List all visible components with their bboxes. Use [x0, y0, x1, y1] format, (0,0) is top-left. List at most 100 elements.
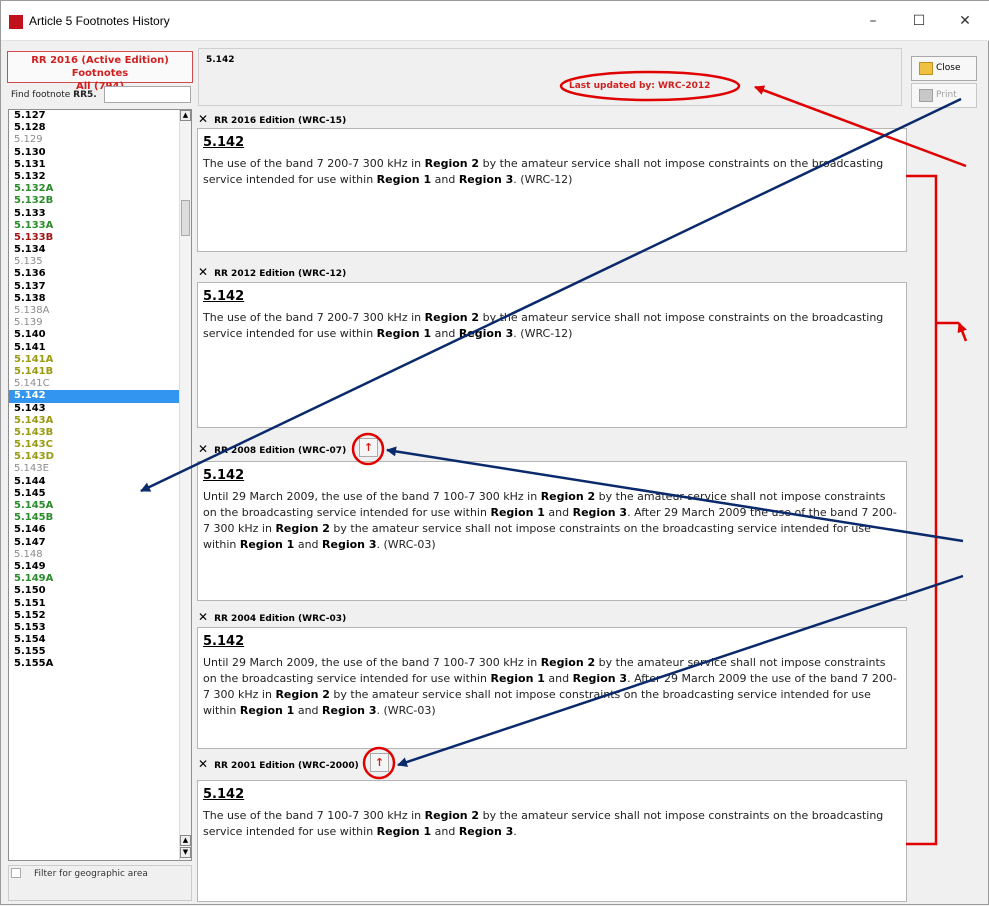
scroll-up-arrow-icon[interactable]: ▲ [180, 110, 191, 121]
list-item[interactable]: 5.133B [9, 232, 191, 244]
list-scrollbar[interactable]: ▲ ▲ ▼ [179, 110, 191, 860]
edition-footnote-number: 5.142 [203, 634, 245, 649]
list-item[interactable]: 5.131 [9, 159, 191, 171]
print-button-label: Print [936, 90, 957, 100]
list-item[interactable]: 5.145 [9, 488, 191, 500]
list-item[interactable]: 5.143B [9, 427, 191, 439]
list-item[interactable]: 5.143A [9, 415, 191, 427]
app-icon [9, 15, 23, 29]
edition-header: ✕ RR 2001 Edition (WRC-2000) [198, 757, 359, 771]
edition-header-label: RR 2001 Edition (WRC-2000) [214, 761, 359, 771]
active-edition-box: RR 2016 (Active Edition) Footnotes All (… [7, 51, 193, 92]
edition-footnote-text: The use of the band 7 200-7 300 kHz in R… [203, 157, 884, 186]
list-item[interactable]: 5.134 [9, 244, 191, 256]
list-item-selected[interactable]: 5.142 [9, 390, 191, 403]
minimize-button[interactable]: – [853, 7, 893, 35]
list-item[interactable]: 5.152 [9, 610, 191, 622]
list-item[interactable]: 5.151 [9, 598, 191, 610]
list-item[interactable]: 5.135 [9, 256, 191, 268]
up-arrow-icon[interactable]: ↑ [359, 438, 378, 457]
edition-header: ✕ RR 2008 Edition (WRC-07) [198, 442, 346, 456]
list-item[interactable]: 5.132 [9, 171, 191, 183]
up-arrow-icon[interactable]: ↑ [370, 753, 389, 772]
footnote-header-panel [198, 48, 902, 106]
footnote-id: 5.142 [206, 55, 235, 65]
list-item[interactable]: 5.143C [9, 439, 191, 451]
find-footnote-input[interactable] [104, 86, 191, 103]
close-button-label: Close [936, 63, 961, 73]
list-item[interactable]: 5.141 [9, 342, 191, 354]
edition-footnote-number: 5.142 [203, 289, 245, 304]
list-item[interactable]: 5.132B [9, 195, 191, 207]
list-item[interactable]: 5.148 [9, 549, 191, 561]
list-item[interactable]: 5.141A [9, 354, 191, 366]
filter-checkbox[interactable] [11, 868, 21, 878]
list-item[interactable]: 5.153 [9, 622, 191, 634]
edition-footnote-number: 5.142 [203, 468, 245, 483]
close-button[interactable]: Close [911, 56, 977, 81]
edition-footnote-text: The use of the band 7 100-7 300 kHz in R… [203, 809, 884, 838]
collapse-x-icon[interactable]: ✕ [198, 610, 208, 624]
list-item[interactable]: 5.143E [9, 463, 191, 475]
list-item[interactable]: 5.155 [9, 646, 191, 658]
list-item[interactable]: 5.145A [9, 500, 191, 512]
edition-header-label: RR 2004 Edition (WRC-03) [214, 614, 347, 624]
list-item[interactable]: 5.137 [9, 281, 191, 293]
edition-text-box: 5.142 Until 29 March 2009, the use of the… [197, 461, 907, 601]
annotation-bracket [906, 174, 959, 846]
list-item[interactable]: 5.141B [9, 366, 191, 378]
list-item[interactable]: 5.155A [9, 658, 191, 670]
edition-text-box: 5.142 The use of the band 7 200-7 300 kHz… [197, 128, 907, 252]
list-item[interactable]: 5.150 [9, 585, 191, 597]
list-item[interactable]: 5.138 [9, 293, 191, 305]
list-item[interactable]: 5.127 [9, 110, 191, 122]
list-item[interactable]: 5.133 [9, 208, 191, 220]
title-bar: Article 5 Footnotes History – ☐ ✕ [1, 1, 989, 41]
window-title: Article 5 Footnotes History [29, 14, 170, 28]
collapse-x-icon[interactable]: ✕ [198, 442, 208, 456]
find-footnote-label: Find footnote RR5. [11, 90, 97, 100]
list-item[interactable]: 5.143D [9, 451, 191, 463]
edition-footnote-number: 5.142 [203, 135, 245, 150]
scroll-down-arrow-icon[interactable]: ▼ [180, 847, 191, 858]
maximize-button[interactable]: ☐ [899, 7, 939, 35]
list-item[interactable]: 5.149 [9, 561, 191, 573]
list-item[interactable]: 5.128 [9, 122, 191, 134]
footnote-list[interactable]: 5.127 5.128 5.129 5.130 5.131 5.132 5.132A 5.13… [8, 109, 192, 861]
printer-icon [919, 89, 933, 102]
edition-header: ✕ RR 2012 Edition (WRC-12) [198, 265, 346, 279]
edition-header: ✕ RR 2004 Edition (WRC-03) [198, 610, 346, 624]
list-item[interactable]: 5.143 [9, 403, 191, 415]
list-item[interactable]: 5.154 [9, 634, 191, 646]
collapse-x-icon[interactable]: ✕ [198, 265, 208, 279]
find-label-text: Find footnote [11, 90, 71, 100]
edition-header: ✕ RR 2016 Edition (WRC-15) [198, 112, 346, 126]
edition-footnote-text: Until 29 March 2009, the use of the band… [203, 490, 897, 551]
collapse-x-icon[interactable]: ✕ [198, 112, 208, 126]
list-item[interactable]: 5.146 [9, 524, 191, 536]
list-item[interactable]: 5.140 [9, 329, 191, 341]
list-item[interactable]: 5.147 [9, 537, 191, 549]
print-button[interactable]: Print [911, 83, 977, 108]
close-window-button[interactable]: ✕ [945, 7, 985, 35]
list-item[interactable]: 5.144 [9, 476, 191, 488]
filter-label: Filter for geographic area [34, 869, 148, 879]
list-item[interactable]: 5.139 [9, 317, 191, 329]
list-item[interactable]: 5.129 [9, 134, 191, 146]
list-item[interactable]: 5.141C [9, 378, 191, 390]
list-item[interactable]: 5.133A [9, 220, 191, 232]
edition-header-label: RR 2012 Edition (WRC-12) [214, 269, 347, 279]
scroll-up-arrow-icon[interactable]: ▲ [180, 835, 191, 846]
list-item[interactable]: 5.130 [9, 147, 191, 159]
list-item[interactable]: 5.145B [9, 512, 191, 524]
collapse-x-icon[interactable]: ✕ [198, 757, 208, 771]
annotation-arrow-red-2 [957, 322, 968, 342]
edition-footnote-number: 5.142 [203, 787, 245, 802]
find-prefix: RR5. [73, 90, 97, 100]
scroll-thumb[interactable] [181, 200, 190, 236]
active-edition-title: RR 2016 (Active Edition) Footnotes [31, 55, 169, 79]
list-item[interactable]: 5.138A [9, 305, 191, 317]
list-item[interactable]: 5.136 [9, 268, 191, 280]
list-item[interactable]: 5.132A [9, 183, 191, 195]
list-item[interactable]: 5.149A [9, 573, 191, 585]
